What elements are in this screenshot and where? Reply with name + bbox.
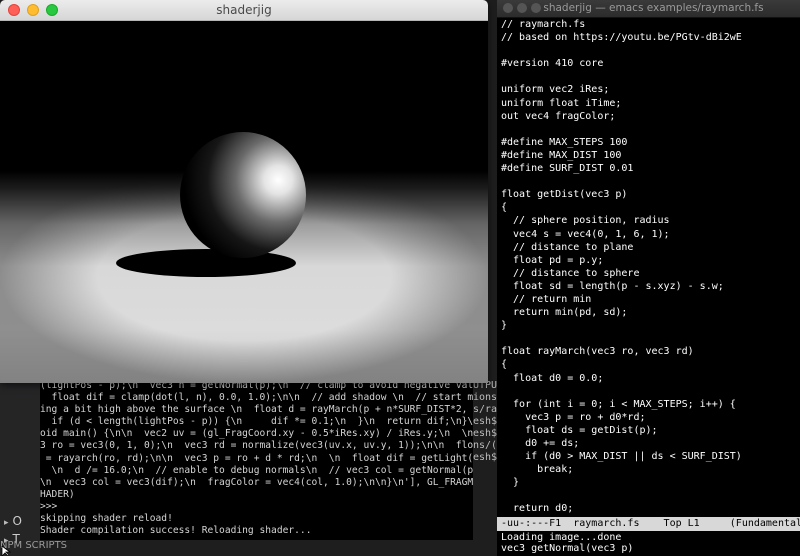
code-line: #version 410 core: [501, 58, 604, 70]
shader-render-canvas[interactable]: [0, 21, 488, 383]
code-line: vec3 p = ro + d0*rd;: [501, 411, 646, 423]
sphere-shadow: [116, 249, 296, 277]
shaderjig-titlebar[interactable]: shaderjig: [0, 0, 488, 21]
code-line: float getDist(vec3 p): [501, 189, 628, 201]
terminal-line: 3 ro = vec3(0, 1, 0);\n vec3 rd = normal…: [40, 440, 473, 452]
terminal-line: \n vec3 col = vec3(dif);\n fragColor = v…: [40, 476, 473, 488]
code-line: float d0 = 0.0;: [501, 372, 604, 384]
npm-scripts-section[interactable]: NPM SCRIPTS: [0, 540, 500, 556]
code-line: return d0;: [501, 503, 574, 515]
code-line: }: [501, 320, 508, 332]
code-line: return min(pd, sd);: [501, 307, 628, 319]
terminal-line: Shader compilation success! Reloading sh…: [40, 525, 312, 537]
shaderjig-window[interactable]: shaderjig: [0, 0, 488, 383]
terminal-line: skipping shader reload!: [40, 513, 173, 525]
code-line: for (int i = 0; i < MAX_STEPS; i++) {: [501, 398, 736, 410]
code-line: // return min: [501, 293, 592, 305]
sidebar-section-label: O: [12, 514, 22, 528]
code-line: // based on https://youtu.be/PGtv-dBi2wE: [501, 32, 742, 44]
code-line: // sphere position, radius: [501, 215, 670, 227]
code-line: break;: [501, 464, 574, 476]
code-line: }: [501, 477, 520, 489]
emacs-window[interactable]: shaderjig — emacs examples/raymarch.fs /…: [497, 0, 800, 556]
chevron-right-icon: ▸: [4, 518, 9, 528]
code-line: uniform float iTime;: [501, 97, 622, 109]
terminal-line: ing a bit high above the surface \n floa…: [40, 404, 473, 416]
code-line: float ds = getDist(p);: [501, 424, 658, 436]
emacs-titlebar[interactable]: shaderjig — emacs examples/raymarch.fs: [497, 0, 800, 18]
code-line: vec4 s = vec4(0, 1, 6, 1);: [501, 228, 670, 240]
terminal-line: >>>: [40, 500, 58, 512]
terminal-line: float dif = clamp(dot(l, n), 0.0, 1.0);\…: [40, 392, 473, 404]
code-line: #define MAX_DIST 100: [501, 149, 622, 161]
code-line: {: [501, 202, 508, 214]
code-line: if (d0 > MAX_DIST || ds < SURF_DIST): [501, 451, 742, 463]
python-terminal[interactable]: (lightPos - p);\n vec3 n = getNormal(p);…: [40, 380, 473, 540]
code-line: float rayMarch(vec3 ro, vec3 rd): [501, 346, 694, 358]
terminal-line: oid main() {\n\n vec2 uv = (gl_FragCoord…: [40, 428, 473, 440]
code-line: out vec4 fragColor;: [501, 110, 616, 122]
code-line: // raymarch.fs: [501, 19, 586, 30]
code-line: #define SURF_DIST 0.01: [501, 163, 634, 175]
code-line: {: [501, 359, 508, 371]
emacs-minibuffer[interactable]: Loading image...done: [501, 531, 800, 545]
terminal-line: \n d /= 16.0;\n // enable to debug norma…: [40, 464, 473, 476]
terminal-line: HADER): [40, 488, 75, 500]
code-line: d0 += ds;: [501, 438, 580, 449]
code-line: float pd = p.y;: [501, 254, 604, 266]
code-line: // distance to plane: [501, 241, 634, 253]
terminal-output: (lightPos - p);\n vec3 n = getNormal(p);…: [40, 380, 473, 537]
explorer-sidebar: ▸ O ▸ T: [0, 380, 40, 556]
window-title: shaderjig — emacs examples/raymarch.fs: [543, 2, 764, 14]
terminal-line: = rayarch(ro, rd);\n\n vec3 p = ro + d *…: [40, 452, 473, 464]
mouse-pointer-icon: [1, 546, 12, 556]
sphere: [180, 132, 306, 258]
emacs-modeline: -uu-:---F1 raymarch.fs Top L1 (Fundament…: [497, 517, 800, 531]
code-line: float sd = length(p - s.xyz) - s.w;: [501, 280, 724, 292]
code-editor-buffer[interactable]: // raymarch.fs // based on https://youtu.…: [501, 18, 800, 555]
window-title: shaderjig: [216, 3, 272, 17]
code-line: // distance to sphere: [501, 267, 640, 279]
code-line: uniform vec2 iRes;: [501, 84, 610, 96]
sidebar-section-outline[interactable]: ▸ O: [4, 514, 22, 528]
code-line: #define MAX_STEPS 100: [501, 136, 628, 148]
terminal-line: if (d < length(lightPos - p)) {\n dif *=…: [40, 416, 473, 428]
